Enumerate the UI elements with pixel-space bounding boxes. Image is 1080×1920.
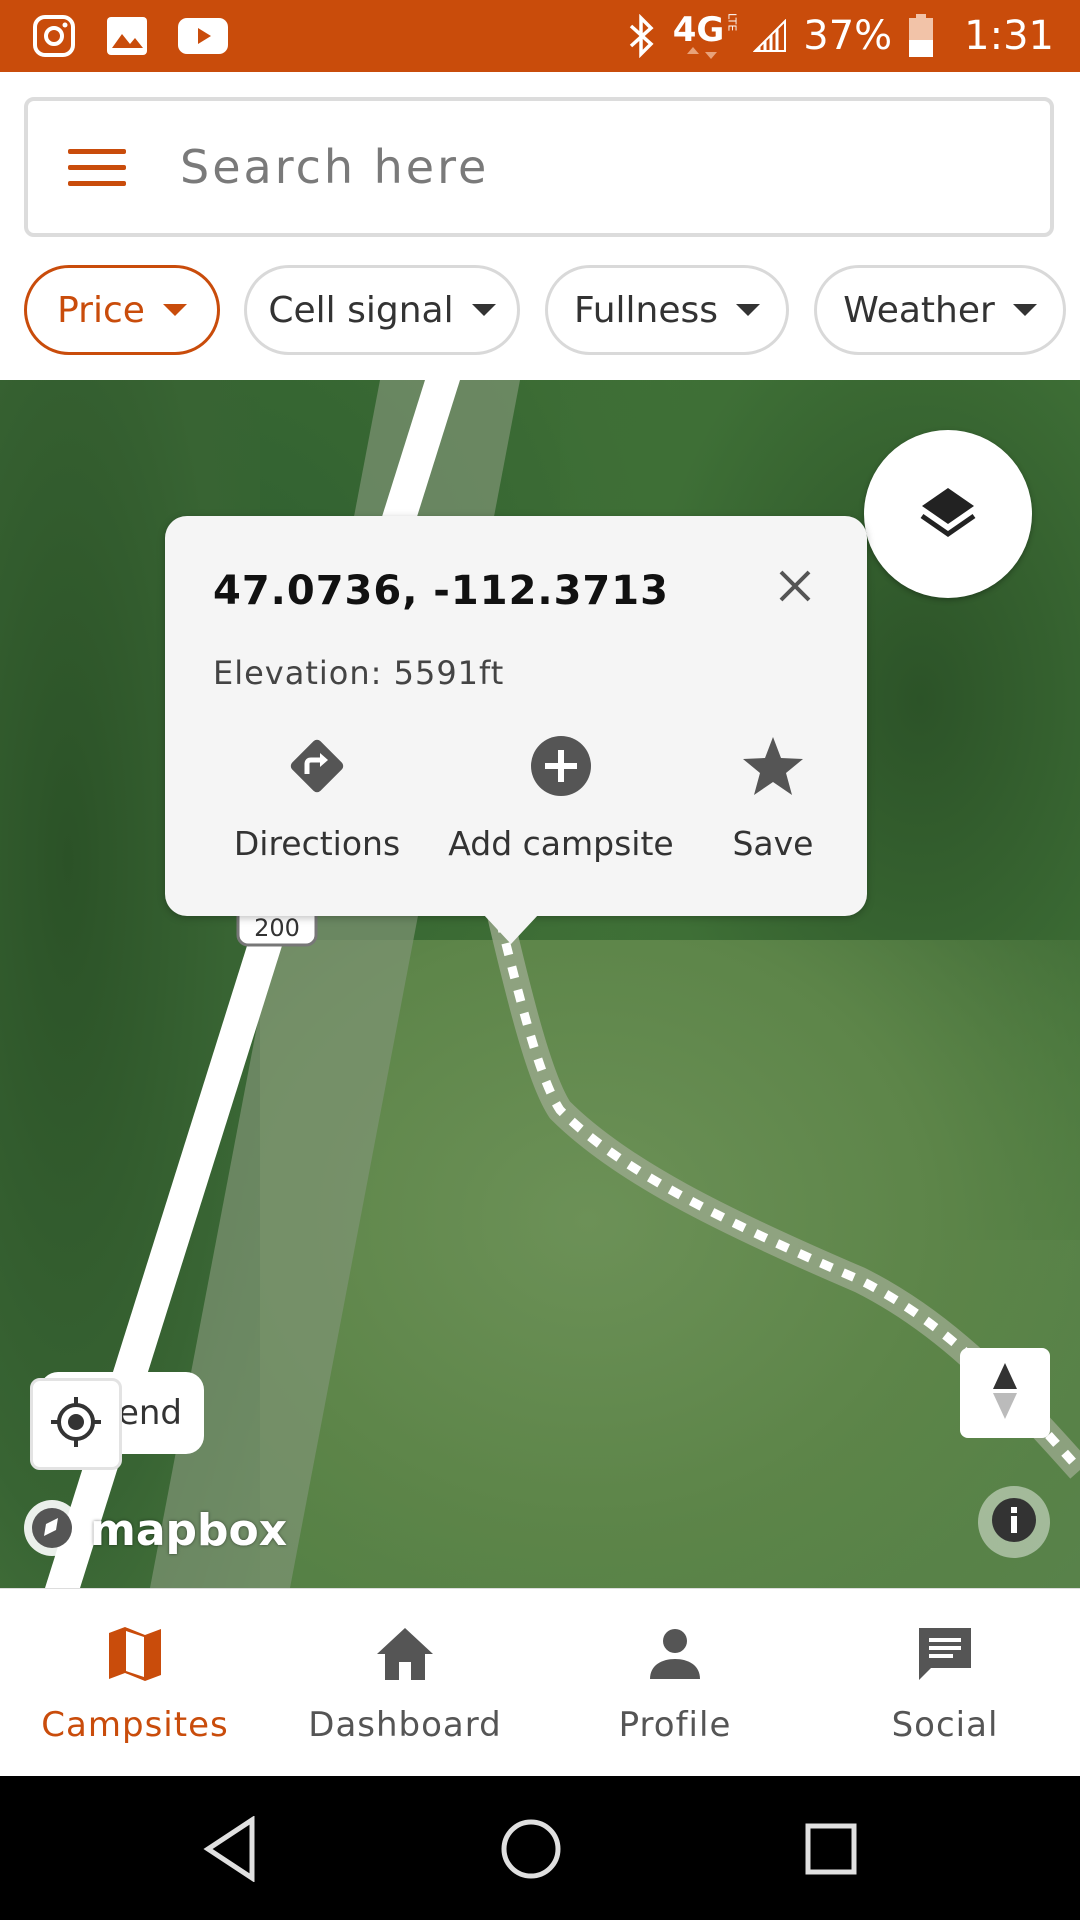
youtube-icon [178, 18, 228, 54]
person-icon [648, 1619, 702, 1689]
home-button-icon[interactable] [486, 1804, 576, 1894]
search-input[interactable] [178, 139, 982, 195]
clock: 1:31 [964, 13, 1054, 59]
network-type: 4G [672, 10, 725, 50]
back-icon[interactable] [185, 1804, 275, 1894]
filter-fullness-label: Fullness [573, 289, 719, 331]
compass-button[interactable] [960, 1348, 1050, 1438]
attribution-info-button[interactable] [978, 1486, 1050, 1558]
map-view[interactable]: 200 47.0736, -112.3713 Elevation: 5591ft… [0, 380, 1080, 1588]
info-icon [990, 1496, 1038, 1548]
add-campsite-button[interactable]: Add campsite [441, 734, 681, 863]
hamburger-menu-icon[interactable] [68, 148, 126, 186]
top-bar: Price Cell signal Fullness Weather [0, 72, 1080, 380]
star-icon [741, 734, 805, 802]
filter-weather-label: Weather [843, 289, 995, 331]
nav-campsites[interactable]: Campsites [0, 1589, 270, 1777]
chevron-down-icon [1012, 304, 1037, 316]
chevron-down-icon [162, 304, 187, 316]
chat-icon [915, 1619, 975, 1689]
nav-social[interactable]: Social [810, 1589, 1080, 1777]
layers-icon [918, 482, 978, 546]
bluetooth-icon [627, 14, 657, 58]
filter-cell-signal[interactable]: Cell signal [244, 265, 520, 355]
network-icon: 4G LTE [673, 13, 738, 59]
filter-chips: Price Cell signal Fullness Weather [24, 265, 1080, 355]
filter-price[interactable]: Price [24, 265, 220, 355]
directions-label: Directions [233, 824, 401, 863]
directions-button[interactable]: Directions [233, 734, 401, 863]
nav-social-label: Social [891, 1705, 999, 1745]
nav-profile-label: Profile [618, 1705, 732, 1745]
chevron-down-icon [471, 304, 496, 316]
legend-label: end [117, 1393, 182, 1433]
map-icon [106, 1619, 164, 1689]
nav-campsites-label: Campsites [41, 1705, 229, 1745]
road-shield-label: 200 [254, 914, 300, 942]
battery-percent: 37% [803, 13, 893, 59]
crosshair-icon [49, 1395, 103, 1453]
recents-icon[interactable] [786, 1804, 876, 1894]
gallery-icon [106, 16, 148, 56]
save-button[interactable]: Save [713, 734, 833, 863]
popup-actions: Directions Add campsite Save [165, 734, 867, 874]
nav-dashboard-label: Dashboard [308, 1705, 502, 1745]
instagram-icon [32, 14, 76, 58]
nav-profile[interactable]: Profile [540, 1589, 810, 1777]
save-label: Save [732, 824, 814, 863]
network-subtype: LTE [725, 13, 739, 32]
close-icon[interactable] [775, 566, 815, 606]
signal-icon [753, 19, 787, 53]
layers-button[interactable] [864, 430, 1032, 598]
my-location-button[interactable] [30, 1378, 122, 1470]
directions-icon [285, 734, 349, 802]
mapbox-logo: mapbox [20, 1496, 287, 1564]
search-bar[interactable] [24, 97, 1054, 237]
filter-weather[interactable]: Weather [814, 265, 1066, 355]
chevron-down-icon [736, 304, 761, 316]
compass-icon [990, 1361, 1020, 1425]
mapbox-logo-icon [20, 1496, 84, 1564]
popup-coordinates: 47.0736, -112.3713 [213, 568, 669, 614]
filter-cell-signal-label: Cell signal [268, 289, 454, 331]
mapbox-wordmark: mapbox [90, 1504, 288, 1556]
add-circle-icon [529, 734, 593, 802]
system-navigation-bar [0, 1776, 1080, 1920]
home-icon [375, 1619, 435, 1689]
status-bar: 4G LTE 37% 1:31 [0, 0, 1080, 72]
nav-dashboard[interactable]: Dashboard [270, 1589, 540, 1777]
popup-elevation: Elevation: 5591ft [213, 654, 505, 692]
location-popup: 47.0736, -112.3713 Elevation: 5591ft Dir… [165, 516, 867, 944]
filter-price-label: Price [57, 289, 145, 331]
bottom-navigation: Campsites Dashboard Profile Social [0, 1588, 1080, 1776]
filter-fullness[interactable]: Fullness [545, 265, 789, 355]
battery-icon [908, 14, 934, 58]
add-campsite-label: Add campsite [448, 824, 674, 863]
